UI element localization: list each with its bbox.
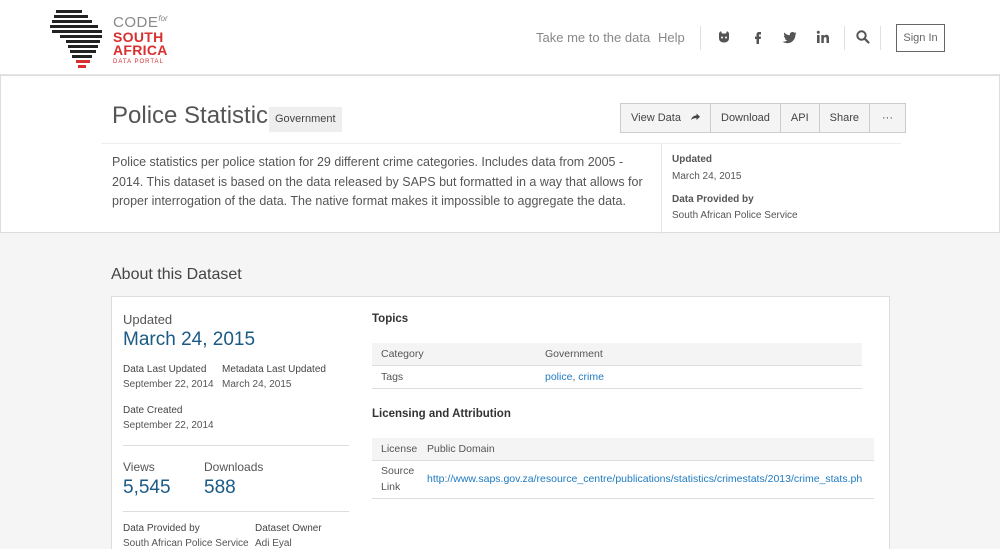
dataset-owner-label: Dataset Owner — [255, 523, 322, 534]
nav-divider — [880, 26, 881, 50]
top-navbar: CODEfor SOUTH AFRICA DATA PORTAL Take me… — [0, 0, 1000, 75]
topics-title: Topics — [372, 313, 409, 325]
nav-link-help[interactable]: Help — [658, 30, 685, 45]
nav-divider — [844, 26, 845, 50]
sign-in-button[interactable]: Sign In — [896, 24, 945, 52]
date-created-value: September 22, 2014 — [123, 420, 214, 431]
africa-map-icon — [50, 10, 102, 68]
share-arrow-icon — [690, 112, 700, 124]
data-last-updated-label: Data Last Updated — [123, 364, 207, 375]
dataset-actions: View Data Download API Share ··· — [620, 103, 907, 133]
topics-divider — [372, 365, 862, 366]
share-button[interactable]: Share — [820, 104, 871, 132]
views-value: 5,545 — [123, 477, 171, 498]
nav-divider — [700, 26, 701, 50]
linkedin-icon[interactable] — [815, 29, 831, 45]
dataset-owner-value: Adi Eyal — [255, 538, 292, 549]
licensing-divider — [372, 460, 874, 461]
updated-label: Updated — [672, 154, 712, 165]
source-link[interactable]: http://www.saps.gov.za/resource_centre/p… — [427, 473, 862, 485]
about-card: Updated March 24, 2015 Data Last Updated… — [111, 296, 890, 549]
about-section-title: About this Dataset — [111, 266, 242, 283]
about-updated-value: March 24, 2015 — [123, 329, 256, 350]
data-last-updated-value: September 22, 2014 — [123, 379, 214, 390]
dataset-description: Police statistics per police station for… — [112, 155, 643, 208]
updated-value: March 24, 2015 — [672, 171, 742, 182]
nav-link-data[interactable]: Take me to the data — [536, 30, 650, 45]
tag-link-crime[interactable]: crime — [578, 371, 604, 383]
views-label: Views — [123, 460, 155, 474]
topics-divider — [372, 388, 862, 389]
logo-wordmark: CODEfor SOUTH AFRICA DATA PORTAL — [113, 14, 173, 66]
about-updated-label: Updated — [123, 312, 173, 327]
topics-row-bg — [372, 343, 862, 365]
github-icon[interactable] — [716, 29, 732, 45]
source-link-cell: http://www.saps.gov.za/resource_centre/p… — [427, 473, 875, 485]
download-button[interactable]: Download — [711, 104, 781, 132]
facebook-icon[interactable] — [750, 29, 766, 45]
source-link-label-1: Source — [381, 465, 415, 477]
topic-category-value: Government — [545, 348, 603, 360]
downloads-value: 588 — [204, 477, 236, 498]
license-value: Public Domain — [427, 443, 495, 455]
licensing-title: Licensing and Attribution — [372, 408, 511, 420]
dataset-header: Police Statistics Government View Data D… — [0, 75, 1000, 234]
about-provided-value: South African Police Service — [123, 538, 249, 549]
page-title: Police Statistics — [112, 102, 281, 129]
view-data-label: View Data — [631, 112, 681, 124]
twitter-icon[interactable] — [782, 29, 798, 45]
licensing-divider — [372, 498, 874, 499]
source-link-label-2: Link — [381, 481, 401, 493]
downloads-label: Downloads — [204, 460, 264, 474]
api-button[interactable]: API — [781, 104, 820, 132]
tag-link-police[interactable]: police — [545, 371, 572, 383]
left-divider — [123, 511, 349, 512]
header-vertical-divider — [661, 144, 662, 234]
view-data-button[interactable]: View Data — [621, 104, 711, 132]
more-options-button[interactable]: ··· — [870, 104, 905, 132]
topic-tags-label: Tags — [381, 371, 404, 383]
logo-country-text: SOUTH AFRICA — [113, 29, 168, 58]
left-divider — [123, 445, 349, 446]
license-label: License — [381, 443, 418, 455]
provided-by-label: Data Provided by — [672, 194, 754, 205]
topic-category-label: Category — [381, 348, 424, 360]
provided-by-value: South African Police Service — [672, 210, 798, 221]
site-logo[interactable]: CODEfor SOUTH AFRICA DATA PORTAL — [50, 8, 170, 70]
logo-for-text: for — [158, 14, 168, 23]
date-created-label: Date Created — [123, 405, 183, 416]
category-badge[interactable]: Government — [269, 107, 342, 132]
metadata-last-updated-value: March 24, 2015 — [222, 379, 292, 390]
topic-tags-value: police, crime — [545, 371, 604, 383]
search-icon[interactable] — [855, 29, 871, 45]
metadata-last-updated-label: Metadata Last Updated — [222, 364, 326, 375]
logo-portal-text: DATA PORTAL — [113, 59, 164, 65]
header-divider — [101, 143, 901, 144]
about-provided-label: Data Provided by — [123, 523, 200, 534]
